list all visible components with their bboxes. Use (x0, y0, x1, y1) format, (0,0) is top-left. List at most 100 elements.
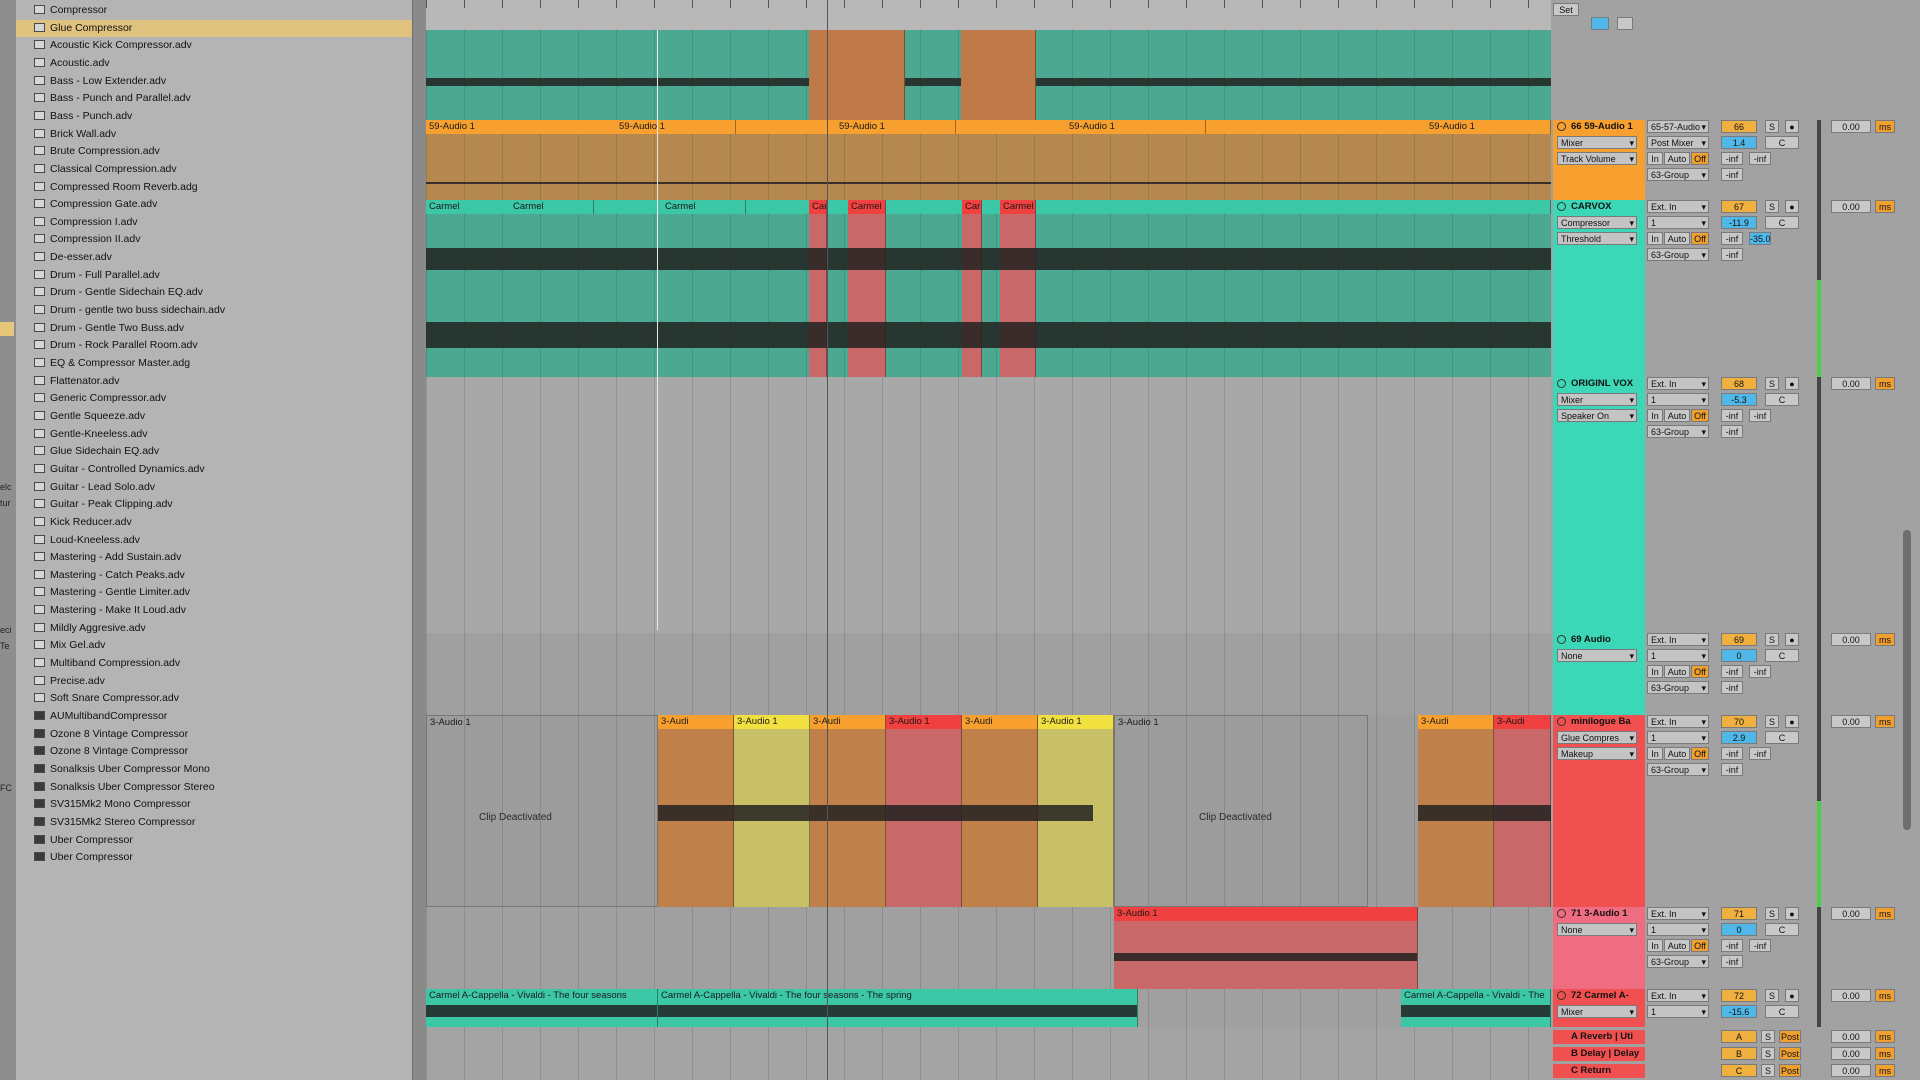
browser-item[interactable]: Drum - Full Parallel.adv (16, 267, 412, 284)
monitor-off-button[interactable]: Off (1691, 665, 1709, 678)
input-type-select[interactable]: Ext. In (1647, 377, 1709, 390)
clip[interactable]: Carmel A-Cappella - Vivaldi - The four s… (426, 989, 658, 1027)
track-activator-icon[interactable] (1557, 991, 1566, 1000)
device-chooser[interactable]: Mixer (1557, 136, 1637, 149)
browser-item[interactable]: Compression II.adv (16, 231, 412, 248)
browser-item[interactable]: Ozone 8 Vintage Compressor (16, 743, 412, 760)
timeline-ruler[interactable] (426, 0, 1551, 31)
browser-item[interactable]: SV315Mk2 Stereo Compressor (16, 814, 412, 831)
monitor-off-button[interactable]: Off (1691, 747, 1709, 760)
post-button[interactable]: Post (1779, 1064, 1801, 1077)
track-number-button[interactable]: 71 (1721, 907, 1757, 920)
set-button[interactable]: Set (1553, 3, 1579, 16)
pan-field[interactable]: C (1765, 731, 1799, 744)
clip-deactivated[interactable]: 3-Audio 1 Clip Deactivated (1114, 715, 1368, 907)
volume-field[interactable]: 0 (1721, 649, 1757, 662)
browser-item[interactable]: Compression Gate.adv (16, 196, 412, 213)
track-name[interactable]: 66 59-Audio 1 (1553, 120, 1645, 134)
input-channel-select[interactable]: 1 (1647, 216, 1709, 229)
track-name[interactable]: minilogue Ba (1553, 715, 1645, 729)
send-c-knob[interactable]: -inf (1721, 425, 1743, 438)
post-button[interactable]: Post (1779, 1047, 1801, 1060)
delay-unit-button[interactable]: ms (1875, 1047, 1895, 1060)
track-activator-icon[interactable] (1557, 202, 1566, 211)
input-type-select[interactable]: Ext. In (1647, 200, 1709, 213)
clip-header-strip[interactable]: 59-Audio 1 (426, 120, 1551, 134)
return-letter[interactable]: A (1721, 1030, 1757, 1043)
monitor-off-button[interactable]: Off (1691, 409, 1709, 422)
clip-header-strip[interactable]: Carmel (426, 200, 1551, 214)
track-delay-field[interactable]: 0.00 (1831, 907, 1871, 920)
delay-unit-button[interactable]: ms (1875, 907, 1895, 920)
input-type-select[interactable]: Ext. In (1647, 715, 1709, 728)
monitor-auto-button[interactable]: Auto (1664, 409, 1690, 422)
clip[interactable]: Carmel (848, 200, 886, 377)
arm-button[interactable]: ● (1785, 989, 1799, 1002)
input-type-select[interactable]: 65-57-Audio (1647, 120, 1709, 133)
output-select[interactable]: 63-Group (1647, 763, 1709, 776)
vertical-scrollbar[interactable] (1903, 530, 1911, 830)
pan-field[interactable]: C (1765, 393, 1799, 406)
send-a-knob[interactable]: -inf (1721, 939, 1743, 952)
browser-item[interactable]: Flattenator.adv (16, 373, 412, 390)
solo-button[interactable]: S (1765, 907, 1779, 920)
solo-button[interactable]: S (1761, 1030, 1775, 1043)
browser-item[interactable]: Bass - Punch.adv (16, 108, 412, 125)
send-b-knob[interactable]: -inf (1749, 665, 1771, 678)
clip[interactable]: Carmel A-Cappella - Vivaldi - The (1401, 989, 1551, 1027)
clip[interactable]: Carmel (662, 200, 746, 214)
track-activator-icon[interactable] (1557, 909, 1566, 918)
monitor-in-button[interactable]: In (1647, 409, 1663, 422)
browser-item[interactable]: Glue Sidechain EQ.adv (16, 443, 412, 460)
lane-carvox[interactable] (426, 200, 1551, 377)
device-chooser[interactable]: None (1557, 923, 1637, 936)
track-delay-field[interactable]: 0.00 (1831, 200, 1871, 213)
track-delay-field[interactable]: 0.00 (1831, 1030, 1871, 1043)
browser-item[interactable]: Guitar - Peak Clipping.adv (16, 496, 412, 513)
volume-field[interactable]: -5.3 (1721, 393, 1757, 406)
delay-unit-button[interactable]: ms (1875, 715, 1895, 728)
track-delay-field[interactable]: 0.00 (1831, 1047, 1871, 1060)
device-chooser[interactable]: Compressor (1557, 216, 1637, 229)
track-activator-icon[interactable] (1557, 717, 1566, 726)
delay-unit-button[interactable]: ms (1875, 377, 1895, 390)
track-number-button[interactable]: 72 (1721, 989, 1757, 1002)
clip[interactable]: 59-Audio 1 (836, 120, 956, 134)
lane-originl-vox[interactable] (426, 377, 1551, 633)
browser-item[interactable]: Uber Compressor (16, 849, 412, 866)
post-button[interactable]: Post (1779, 1030, 1801, 1043)
parameter-chooser[interactable]: Track Volume (1557, 152, 1637, 165)
browser-item[interactable]: Guitar - Controlled Dynamics.adv (16, 461, 412, 478)
browser-item[interactable]: SV315Mk2 Mono Compressor (16, 796, 412, 813)
arrangement-view[interactable]: 59-Audio 1 59-Audio 1 59-Audio 1 59-Audi… (426, 0, 1551, 1080)
input-channel-select[interactable]: 1 (1647, 923, 1709, 936)
monitor-in-button[interactable]: In (1647, 152, 1663, 165)
send-b-knob[interactable]: -inf (1749, 409, 1771, 422)
device-chooser[interactable]: Mixer (1557, 1005, 1637, 1018)
clip[interactable]: 59-Audio 1 (1066, 120, 1206, 134)
track-number-button[interactable]: 69 (1721, 633, 1757, 646)
browser-item[interactable]: EQ & Compressor Master.adg (16, 355, 412, 372)
arm-button[interactable]: ● (1785, 907, 1799, 920)
browser-item[interactable]: Drum - Gentle Sidechain EQ.adv (16, 284, 412, 301)
track-delay-field[interactable]: 0.00 (1831, 377, 1871, 390)
track-activator-icon[interactable] (1557, 635, 1566, 644)
send-b-knob[interactable]: -inf (1749, 939, 1771, 952)
lane-69-audio[interactable] (426, 633, 1551, 715)
volume-field[interactable]: 2.9 (1721, 731, 1757, 744)
track-delay-field[interactable]: 0.00 (1831, 1064, 1871, 1077)
browser-item[interactable]: Bass - Low Extender.adv (16, 73, 412, 90)
clip[interactable]: Car (962, 200, 982, 377)
output-select[interactable]: 63-Group (1647, 248, 1709, 261)
draw-mode-button[interactable] (1591, 17, 1609, 30)
monitor-in-button[interactable]: In (1647, 665, 1663, 678)
browser-item[interactable]: Kick Reducer.adv (16, 514, 412, 531)
track-delay-field[interactable]: 0.00 (1831, 120, 1871, 133)
input-type-select[interactable]: Ext. In (1647, 989, 1709, 1002)
lock-icon[interactable] (1617, 17, 1633, 30)
browser-item[interactable]: Loud-Kneeless.adv (16, 532, 412, 549)
delay-unit-button[interactable]: ms (1875, 1030, 1895, 1043)
monitor-auto-button[interactable]: Auto (1664, 939, 1690, 952)
clip[interactable]: Carmel A-Cappella - Vivaldi - The four s… (658, 989, 1138, 1027)
browser-item[interactable]: Guitar - Lead Solo.adv (16, 479, 412, 496)
